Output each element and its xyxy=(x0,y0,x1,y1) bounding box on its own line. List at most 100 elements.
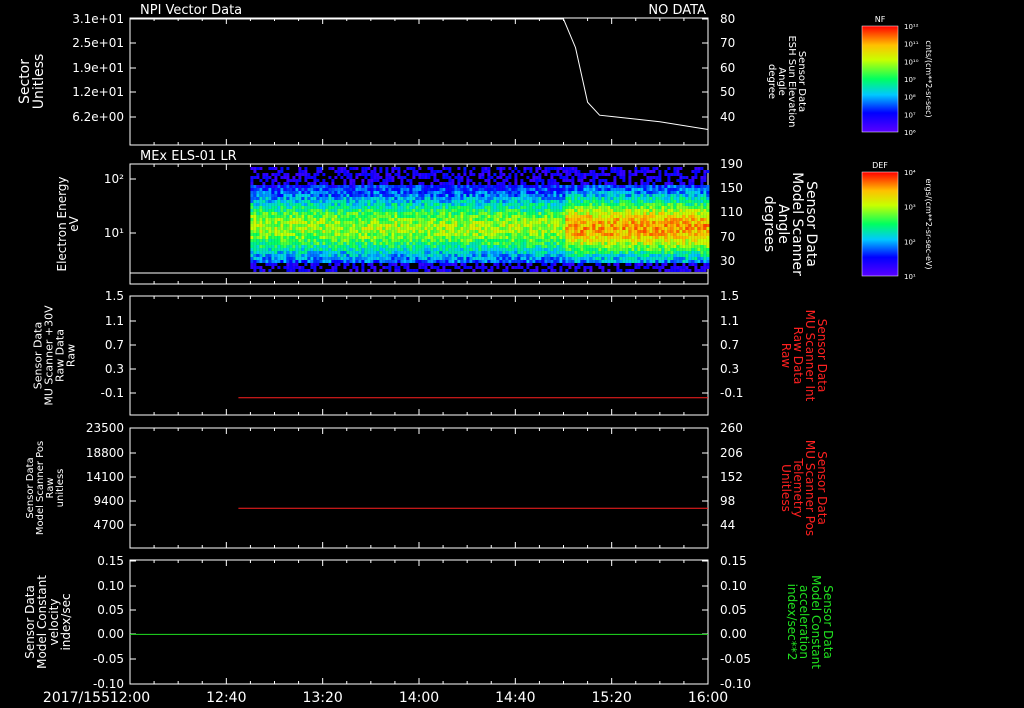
heatmap-cell xyxy=(454,254,458,257)
heatmap-cell xyxy=(511,260,515,263)
heatmap-cell xyxy=(634,254,638,257)
heatmap-cell xyxy=(319,221,323,224)
heatmap-cell xyxy=(406,203,410,206)
heatmap-cell xyxy=(454,251,458,254)
heatmap-cell xyxy=(418,212,422,215)
heatmap-cell xyxy=(550,266,554,269)
heatmap-cell xyxy=(502,185,506,188)
heatmap-cell xyxy=(352,266,356,269)
heatmap-cell xyxy=(514,185,518,188)
heatmap-cell xyxy=(571,233,575,236)
heatmap-cell xyxy=(394,266,398,269)
heatmap-cell xyxy=(415,203,419,206)
heatmap-cell xyxy=(370,230,374,233)
heatmap-cell xyxy=(460,185,464,188)
heatmap-cell xyxy=(409,248,413,251)
heatmap-cell xyxy=(313,245,317,248)
heatmap-cell xyxy=(376,176,380,179)
heatmap-cell xyxy=(250,218,254,221)
heatmap-cell xyxy=(532,176,536,179)
heatmap-cell xyxy=(508,230,512,233)
heatmap-cell xyxy=(250,227,254,230)
heatmap-cell xyxy=(601,269,605,272)
heatmap-cell xyxy=(448,233,452,236)
heatmap-cell xyxy=(274,179,278,182)
heatmap-cell xyxy=(400,203,404,206)
heatmap-cell xyxy=(358,257,362,260)
heatmap-cell xyxy=(484,239,488,242)
heatmap-cell xyxy=(640,260,644,263)
heatmap-cell xyxy=(568,260,572,263)
heatmap-cell xyxy=(682,188,686,191)
heatmap-cell xyxy=(505,257,509,260)
heatmap-cell xyxy=(622,170,626,173)
heatmap-cell xyxy=(439,248,443,251)
heatmap-cell xyxy=(694,266,698,269)
heatmap-cell xyxy=(427,185,431,188)
heatmap-cell xyxy=(652,182,656,185)
heatmap-cell xyxy=(400,227,404,230)
heatmap-cell xyxy=(481,170,485,173)
heatmap-cell xyxy=(421,254,425,257)
heatmap-cell xyxy=(262,194,266,197)
heatmap-cell xyxy=(403,251,407,254)
heatmap-cell xyxy=(706,245,710,248)
y-tick-label-right: 1.1 xyxy=(720,314,739,328)
heatmap-cell xyxy=(445,188,449,191)
heatmap-cell xyxy=(610,200,614,203)
heatmap-cell xyxy=(346,218,350,221)
heatmap-cell xyxy=(355,245,359,248)
heatmap-cell xyxy=(691,239,695,242)
heatmap-cell xyxy=(589,194,593,197)
heatmap-cell xyxy=(274,224,278,227)
heatmap-cell xyxy=(457,176,461,179)
heatmap-cell xyxy=(577,185,581,188)
heatmap-cell xyxy=(694,236,698,239)
heatmap-cell xyxy=(589,173,593,176)
heatmap-cell xyxy=(556,218,560,221)
heatmap-cell xyxy=(385,218,389,221)
heatmap-cell xyxy=(700,251,704,254)
heatmap-cell xyxy=(310,215,314,218)
heatmap-cell xyxy=(565,191,569,194)
heatmap-cell xyxy=(613,188,617,191)
heatmap-cell xyxy=(421,224,425,227)
heatmap-cell xyxy=(361,242,365,245)
heatmap-cell xyxy=(253,227,257,230)
heatmap-cell xyxy=(700,269,704,272)
heatmap-cell xyxy=(265,200,269,203)
heatmap-cell xyxy=(523,200,527,203)
heatmap-cell xyxy=(289,221,293,224)
heatmap-cell xyxy=(370,260,374,263)
heatmap-cell xyxy=(253,254,257,257)
heatmap-cell xyxy=(571,182,575,185)
heatmap-cell xyxy=(253,188,257,191)
heatmap-cell xyxy=(610,203,614,206)
heatmap-cell xyxy=(367,245,371,248)
heatmap-cell xyxy=(412,191,416,194)
heatmap-cell xyxy=(271,209,275,212)
heatmap-cell xyxy=(505,245,509,248)
heatmap-cell xyxy=(397,212,401,215)
heatmap-cell xyxy=(421,197,425,200)
heatmap-cell xyxy=(352,197,356,200)
heatmap-cell xyxy=(304,257,308,260)
heatmap-cell xyxy=(673,245,677,248)
heatmap-cell xyxy=(391,260,395,263)
heatmap-cell xyxy=(679,242,683,245)
heatmap-cell xyxy=(595,233,599,236)
heatmap-cell xyxy=(286,176,290,179)
heatmap-cell xyxy=(277,266,281,269)
heatmap-cell xyxy=(541,218,545,221)
heatmap-cell xyxy=(460,242,464,245)
heatmap-cell xyxy=(433,179,437,182)
heatmap-cell xyxy=(688,212,692,215)
heatmap-cell xyxy=(706,185,710,188)
heatmap-cell xyxy=(538,203,542,206)
heatmap-cell xyxy=(601,233,605,236)
heatmap-cell xyxy=(568,203,572,206)
heatmap-cell xyxy=(550,176,554,179)
heatmap-cell xyxy=(367,191,371,194)
heatmap-cell xyxy=(670,206,674,209)
heatmap-cell xyxy=(484,227,488,230)
